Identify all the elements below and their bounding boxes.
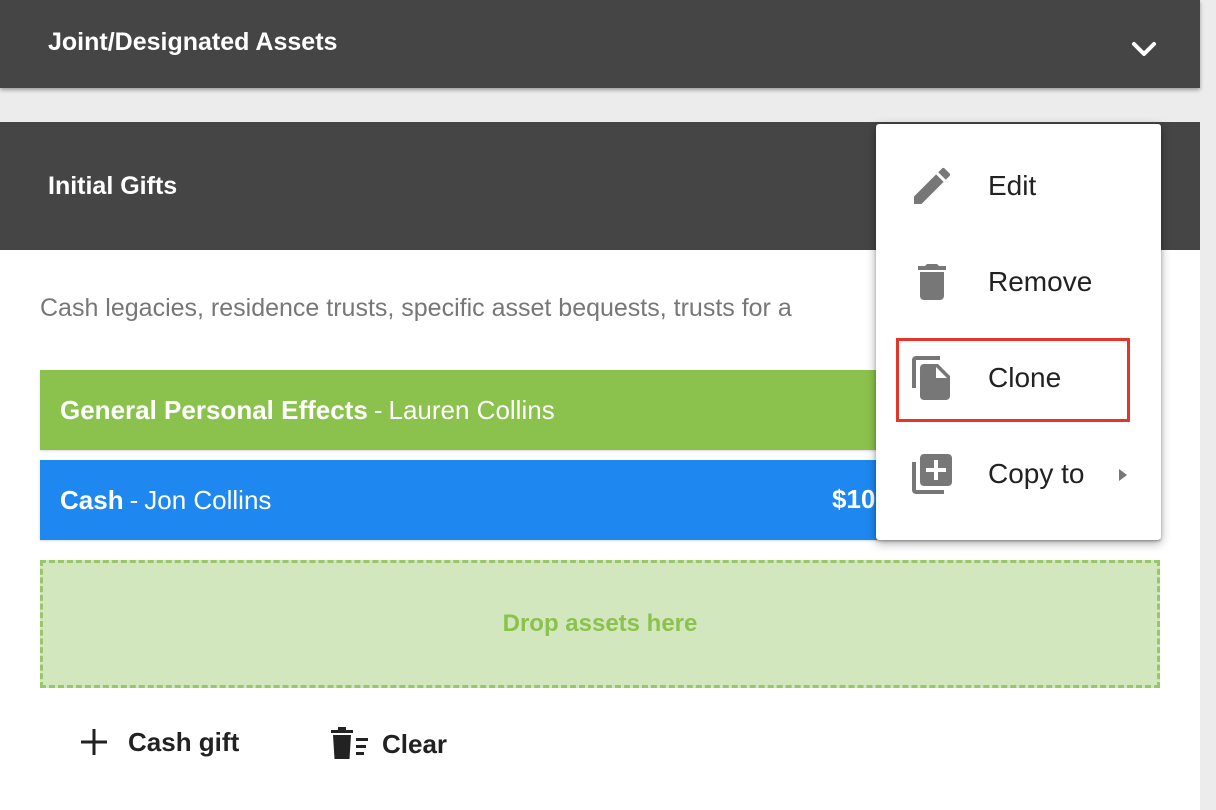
menu-item-label: Clone xyxy=(988,362,1062,393)
menu-item-remove[interactable]: Remove xyxy=(876,234,1161,330)
caret-right-icon xyxy=(1119,469,1127,481)
initial-gifts-title: Initial Gifts xyxy=(48,171,178,200)
cash-gift-label: Cash gift xyxy=(128,726,240,757)
trash-icon xyxy=(918,264,946,300)
context-menu: Edit Remove Clone Copy to xyxy=(876,124,1161,540)
asset-beneficiary: Lauren Collins xyxy=(388,394,555,425)
asset-amount: $10 xyxy=(832,484,876,514)
menu-item-clone[interactable]: Clone xyxy=(876,330,1161,426)
section-description: Cash legacies, residence trusts, specifi… xyxy=(40,294,792,322)
asset-beneficiary: Jon Collins xyxy=(144,484,272,515)
asset-name: Cash xyxy=(60,484,124,515)
clear-label: Clear xyxy=(382,728,448,759)
drop-zone-label: Drop assets here xyxy=(502,610,698,637)
menu-item-label: Copy to xyxy=(988,458,1085,489)
pencil-icon xyxy=(914,167,951,204)
menu-item-edit[interactable]: Edit xyxy=(876,138,1161,234)
clear-button[interactable]: Clear xyxy=(328,726,447,762)
delete-sweep-icon xyxy=(331,727,368,759)
joint-assets-title: Joint/Designated Assets xyxy=(48,27,338,56)
menu-item-copy-to[interactable]: Copy to xyxy=(876,426,1161,522)
menu-item-label: Remove xyxy=(988,266,1093,297)
asset-name: General Personal Effects xyxy=(60,394,368,425)
chevron-down-icon[interactable] xyxy=(1128,36,1160,64)
copy-to-icon xyxy=(912,454,952,494)
menu-item-label: Edit xyxy=(988,170,1037,201)
asset-separator: - xyxy=(373,394,383,425)
joint-assets-header[interactable]: Joint/Designated Assets xyxy=(0,0,1200,88)
drop-zone[interactable]: Drop assets here xyxy=(40,560,1160,688)
asset-separator: - xyxy=(129,484,139,515)
clone-icon xyxy=(912,356,950,400)
plus-icon xyxy=(81,729,107,755)
cash-gift-button[interactable]: Cash gift xyxy=(78,726,239,758)
